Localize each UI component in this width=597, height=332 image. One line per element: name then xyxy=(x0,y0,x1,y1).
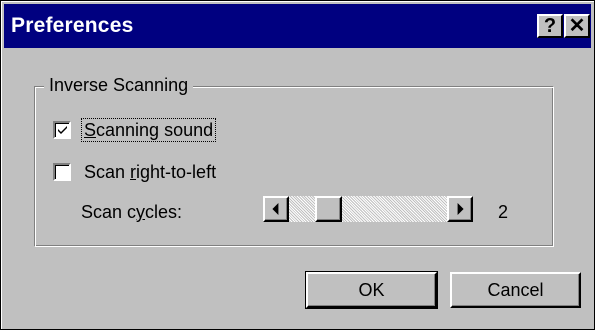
close-icon: ✕ xyxy=(568,15,586,37)
slider-thumb[interactable] xyxy=(315,196,342,222)
group-label: Inverse Scanning xyxy=(44,73,194,97)
scan-cycles-value: 2 xyxy=(498,202,509,222)
cancel-button[interactable]: Cancel xyxy=(450,272,581,308)
close-button[interactable]: ✕ xyxy=(564,14,590,38)
ok-button[interactable]: OK xyxy=(305,271,438,309)
scroll-left-button[interactable] xyxy=(263,196,289,222)
right-arrow-icon xyxy=(457,203,464,215)
scanning-sound-checkbox[interactable] xyxy=(53,121,71,139)
scan-right-to-left-label[interactable]: Scan right-to-left xyxy=(84,161,216,183)
title-bar[interactable]: Preferences ? ✕ xyxy=(4,4,591,48)
scanning-sound-option[interactable]: Scanning sound xyxy=(53,118,217,142)
scan-right-to-left-checkbox[interactable] xyxy=(53,163,71,181)
mnemonic-letter: y xyxy=(136,202,146,222)
left-arrow-icon xyxy=(272,203,279,215)
scanning-sound-label[interactable]: Scanning sound xyxy=(80,118,217,142)
label-text: cles: xyxy=(145,202,183,222)
scan-cycles-slider[interactable] xyxy=(263,196,473,222)
label-text: Scan c xyxy=(81,202,137,222)
label-text: canning sound xyxy=(96,120,214,140)
dialog-title: Preferences xyxy=(11,14,134,37)
label-text: ight-to-left xyxy=(136,162,217,182)
mnemonic-letter: S xyxy=(84,120,97,140)
checkmark-icon xyxy=(58,126,67,134)
help-button[interactable]: ? xyxy=(537,14,563,38)
scan-right-to-left-option[interactable]: Scan right-to-left xyxy=(53,160,216,184)
scan-cycles-label: Scan cycles: xyxy=(81,200,182,224)
preferences-dialog: Preferences ? ✕ Inverse Scanning Scannin… xyxy=(0,0,595,330)
question-mark-icon: ? xyxy=(543,15,557,37)
label-text: Scan xyxy=(84,162,131,182)
scroll-right-button[interactable] xyxy=(447,196,473,222)
